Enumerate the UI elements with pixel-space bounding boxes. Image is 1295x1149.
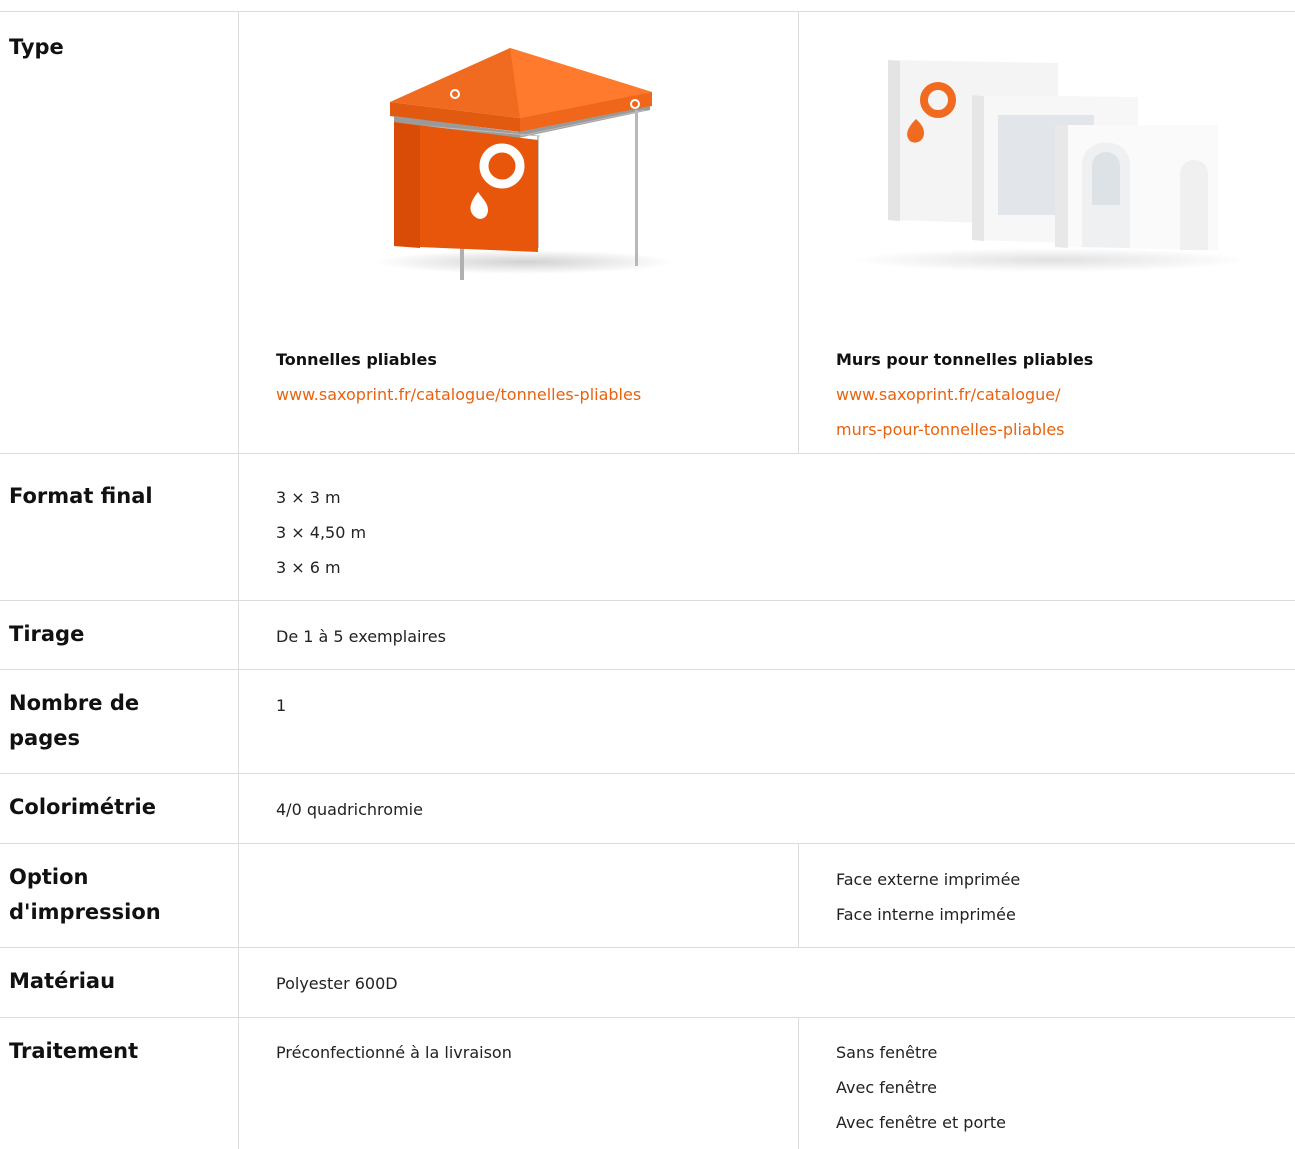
row-label-pages: Nombre de pages xyxy=(9,691,140,750)
format-values: 3 × 3 m 3 × 4,50 m 3 × 6 m xyxy=(276,480,776,585)
traitement-option: Avec fenêtre et porte xyxy=(836,1113,1006,1132)
format-value: 3 × 3 m xyxy=(276,488,341,507)
traitement-option: Sans fenêtre xyxy=(836,1043,938,1062)
pages-text: 1 xyxy=(276,696,287,715)
row-divider xyxy=(0,773,1295,774)
product-link-line: murs-pour-tonnelles-pliables xyxy=(836,420,1065,439)
format-value: 3 × 6 m xyxy=(276,558,341,577)
column-divider xyxy=(798,11,799,453)
row-divider xyxy=(0,947,1295,948)
product-murs-pour-tonnelles: Murs pour tonnelles pliables www.saxopri… xyxy=(836,342,1276,447)
column-divider xyxy=(798,843,799,947)
row-divider xyxy=(0,843,1295,844)
colorimetrie-text: 4/0 quadrichromie xyxy=(276,800,423,819)
materiau-text: Polyester 600D xyxy=(276,974,398,993)
row-label-impression: Option d'impression xyxy=(9,865,161,924)
row-divider xyxy=(0,600,1295,601)
column-divider xyxy=(798,1017,799,1149)
row-divider xyxy=(0,1017,1295,1018)
impression-option: Face externe imprimée xyxy=(836,870,1021,889)
column-divider xyxy=(238,11,239,1149)
product-link[interactable]: www.saxoprint.fr/catalogue/tonnelles-pli… xyxy=(276,377,776,412)
pages-value: 1 xyxy=(276,688,776,723)
walls-illustration xyxy=(850,60,1250,272)
row-divider xyxy=(0,11,1295,12)
row-label-colorimetrie: Colorimétrie xyxy=(9,795,156,819)
row-label-type: Type xyxy=(9,35,64,59)
traitement-right-values: Sans fenêtre Avec fenêtre Avec fenêtre e… xyxy=(836,1035,1276,1140)
impression-option: Face interne imprimée xyxy=(836,905,1016,924)
impression-right-values: Face externe imprimée Face interne impri… xyxy=(836,862,1276,932)
colorimetrie-value: 4/0 quadrichromie xyxy=(276,792,776,827)
row-divider xyxy=(0,669,1295,670)
product-title: Murs pour tonnelles pliables xyxy=(836,350,1094,369)
row-label-format: Format final xyxy=(9,484,153,508)
traitement-left-value: Préconfectionné à la livraison xyxy=(276,1035,776,1070)
row-label-tirage: Tirage xyxy=(9,622,85,646)
orange-folding-tent-image xyxy=(360,40,680,290)
row-label-traitement: Traitement xyxy=(9,1039,139,1063)
tirage-value: De 1 à 5 exemplaires xyxy=(276,619,776,654)
traitement-left-text: Préconfectionné à la livraison xyxy=(276,1043,512,1062)
traitement-option: Avec fenêtre xyxy=(836,1078,938,1097)
row-label-materiau: Matériau xyxy=(9,969,116,993)
product-title: Tonnelles pliables xyxy=(276,350,437,369)
product-link[interactable]: www.saxoprint.fr/catalogue/ murs-pour-to… xyxy=(836,377,1276,447)
tirage-text: De 1 à 5 exemplaires xyxy=(276,627,446,646)
format-value: 3 × 4,50 m xyxy=(276,523,367,542)
tent-side-walls-image xyxy=(840,55,1260,285)
materiau-value: Polyester 600D xyxy=(276,966,776,1001)
row-divider xyxy=(0,453,1295,454)
tent-illustration xyxy=(375,48,675,280)
product-link-line: www.saxoprint.fr/catalogue/ xyxy=(836,385,1061,404)
product-tonnelles-pliables: Tonnelles pliables www.saxoprint.fr/cata… xyxy=(276,342,776,412)
